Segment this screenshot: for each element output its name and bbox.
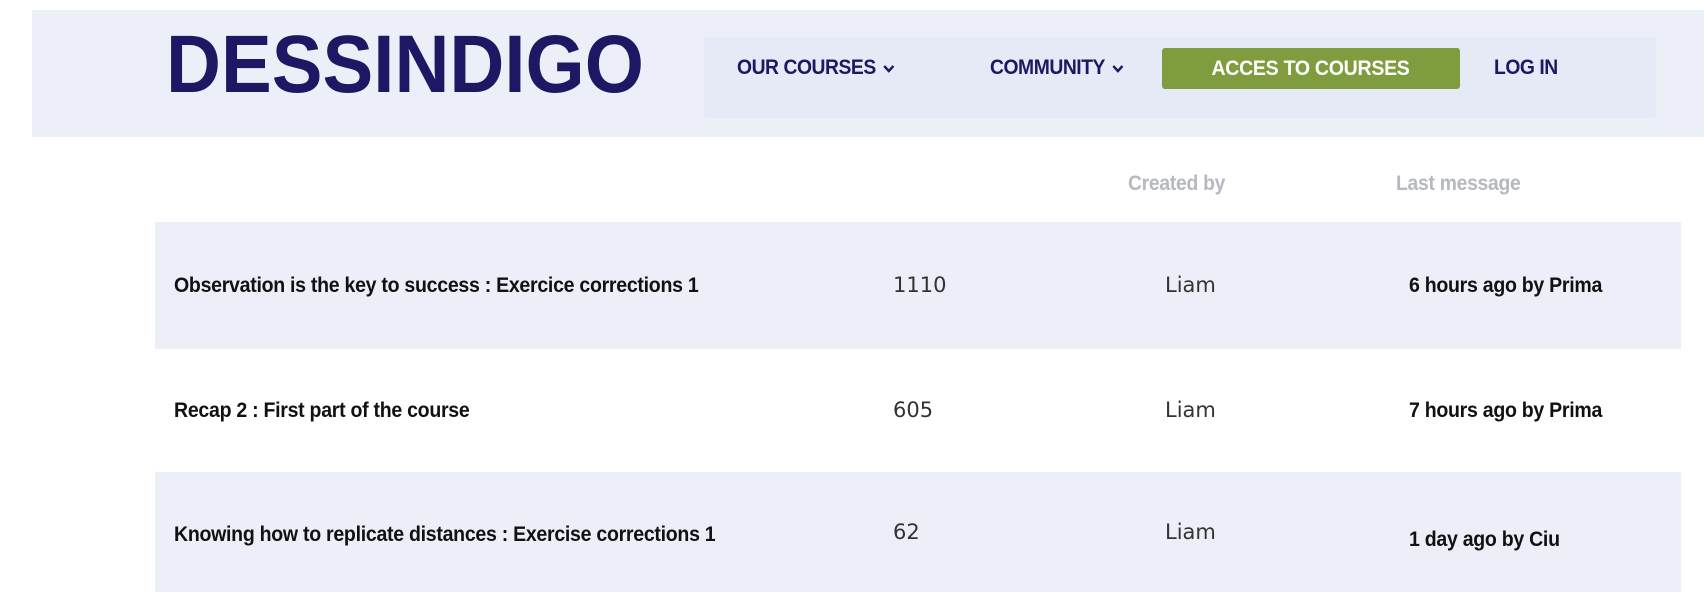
- access-courses-label: ACCES TO COURSES: [1211, 56, 1411, 80]
- column-header-last-message: Last message: [1396, 172, 1521, 195]
- last-message: 1 day ago by Ciu: [1409, 528, 1560, 551]
- table-row[interactable]: Observation is the key to success : Exer…: [155, 222, 1681, 349]
- access-courses-button[interactable]: ACCES TO COURSES: [1162, 48, 1460, 89]
- nav-community-label: COMMUNITY: [990, 56, 1105, 79]
- chevron-down-icon: [1112, 65, 1124, 74]
- topic-author: Liam: [1165, 398, 1216, 422]
- table-row[interactable]: Knowing how to replicate distances : Exe…: [155, 472, 1681, 592]
- topic-author: Liam: [1165, 273, 1216, 297]
- topic-title[interactable]: Recap 2 : First part of the course: [174, 399, 470, 423]
- nav-our-courses-label: OUR COURSES: [737, 56, 876, 79]
- topic-title[interactable]: Knowing how to replicate distances : Exe…: [174, 523, 716, 547]
- topic-author: Liam: [1165, 520, 1216, 544]
- login-label: LOG IN: [1494, 56, 1558, 79]
- last-message: 6 hours ago by Prima: [1409, 274, 1603, 297]
- message-count: 1110: [893, 273, 947, 297]
- topic-title[interactable]: Observation is the key to success : Exer…: [174, 274, 699, 298]
- nav-community[interactable]: COMMUNITY: [990, 54, 1124, 82]
- last-message: 7 hours ago by Prima: [1409, 399, 1603, 422]
- login-link[interactable]: LOG IN: [1494, 54, 1558, 82]
- message-count: 62: [893, 520, 920, 544]
- table-row[interactable]: Recap 2 : First part of the course 605 L…: [155, 349, 1681, 472]
- column-header-created-by: Created by: [1128, 172, 1226, 195]
- dessindigo-logo[interactable]: DESSINDIGO: [166, 22, 646, 102]
- svg-text:DESSINDIGO: DESSINDIGO: [166, 22, 644, 102]
- chevron-down-icon: [883, 65, 895, 74]
- nav-our-courses[interactable]: OUR COURSES: [737, 54, 895, 82]
- message-count: 605: [893, 398, 934, 422]
